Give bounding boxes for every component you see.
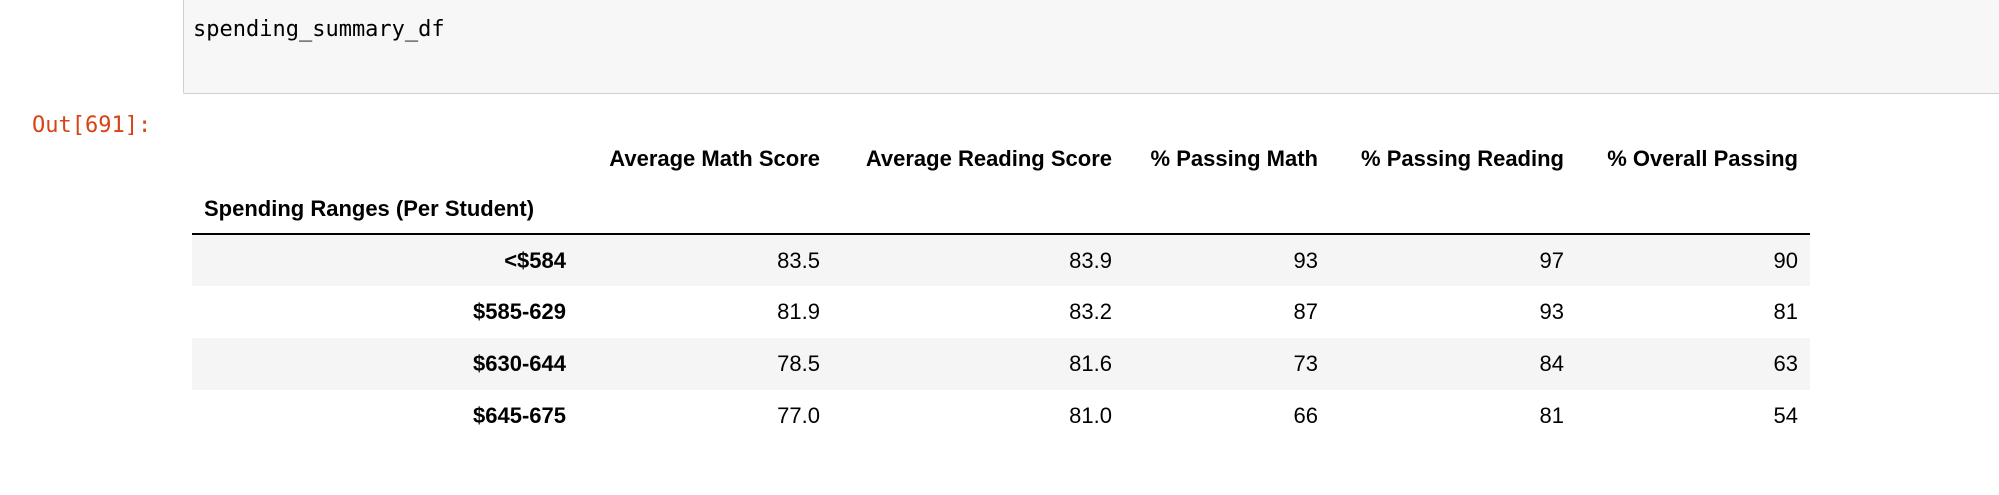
blank-header-cell bbox=[578, 184, 832, 235]
table-cell: 81 bbox=[1773, 299, 1798, 324]
column-header: % Passing Reading bbox=[1361, 146, 1564, 171]
table-cell: 83.5 bbox=[777, 247, 820, 273]
blank-header-cell bbox=[1330, 184, 1576, 235]
index-header-row: Spending Ranges (Per Student) bbox=[192, 184, 1810, 235]
code-input-cell[interactable]: spending_summary_df bbox=[183, 0, 1999, 94]
row-index-label: $645-675 bbox=[473, 403, 566, 428]
table-cell: 63 bbox=[1773, 351, 1798, 376]
table-cell: 83.2 bbox=[1069, 299, 1112, 324]
row-index-label: <$584 bbox=[504, 247, 566, 273]
blank-header-cell bbox=[832, 184, 1124, 235]
table-cell: 93 bbox=[1539, 299, 1564, 324]
table-cell: 78.5 bbox=[777, 351, 820, 376]
table-cell: 73 bbox=[1293, 351, 1318, 376]
column-header: % Overall Passing bbox=[1607, 146, 1798, 171]
row-index-label: $585-629 bbox=[473, 299, 566, 324]
table-cell: 81.9 bbox=[777, 299, 820, 324]
column-header: Average Math Score bbox=[609, 146, 820, 171]
table-cell: 84 bbox=[1539, 351, 1564, 376]
table-cell: 83.9 bbox=[1069, 247, 1112, 273]
row-index-label: $630-644 bbox=[473, 351, 566, 376]
output-prompt: Out[691]: bbox=[32, 113, 152, 138]
table-cell: 66 bbox=[1293, 403, 1318, 428]
table-row: $645-675 77.0 81.0 66 81 54 bbox=[192, 390, 1810, 442]
table-cell: 81 bbox=[1539, 403, 1564, 428]
table-cell: 93 bbox=[1293, 247, 1318, 273]
blank-header-cell bbox=[1124, 184, 1330, 235]
table-cell: 81.6 bbox=[1069, 351, 1112, 376]
table-row: $585-629 81.9 83.2 87 93 81 bbox=[192, 286, 1810, 338]
table-row: <$584 83.5 83.9 93 97 90 bbox=[192, 234, 1810, 286]
table-cell: 54 bbox=[1773, 403, 1798, 428]
table-cell: 77.0 bbox=[777, 403, 820, 428]
table-cell: 97 bbox=[1539, 247, 1564, 273]
code-text[interactable]: spending_summary_df bbox=[193, 17, 445, 42]
index-name-header: Spending Ranges (Per Student) bbox=[192, 184, 578, 235]
table-cell: 81.0 bbox=[1069, 403, 1112, 428]
table-row: $630-644 78.5 81.6 73 84 63 bbox=[192, 338, 1810, 390]
column-header: Average Reading Score bbox=[865, 146, 1112, 171]
dataframe-table: Average Math Score Average Reading Score… bbox=[192, 134, 1810, 442]
column-header-row: Average Math Score Average Reading Score… bbox=[192, 134, 1810, 184]
table-cell: 90 bbox=[1773, 247, 1798, 273]
column-header: % Passing Math bbox=[1150, 146, 1318, 171]
blank-header-cell bbox=[1576, 184, 1810, 235]
blank-header-cell bbox=[192, 134, 578, 184]
table-cell: 87 bbox=[1293, 299, 1318, 324]
